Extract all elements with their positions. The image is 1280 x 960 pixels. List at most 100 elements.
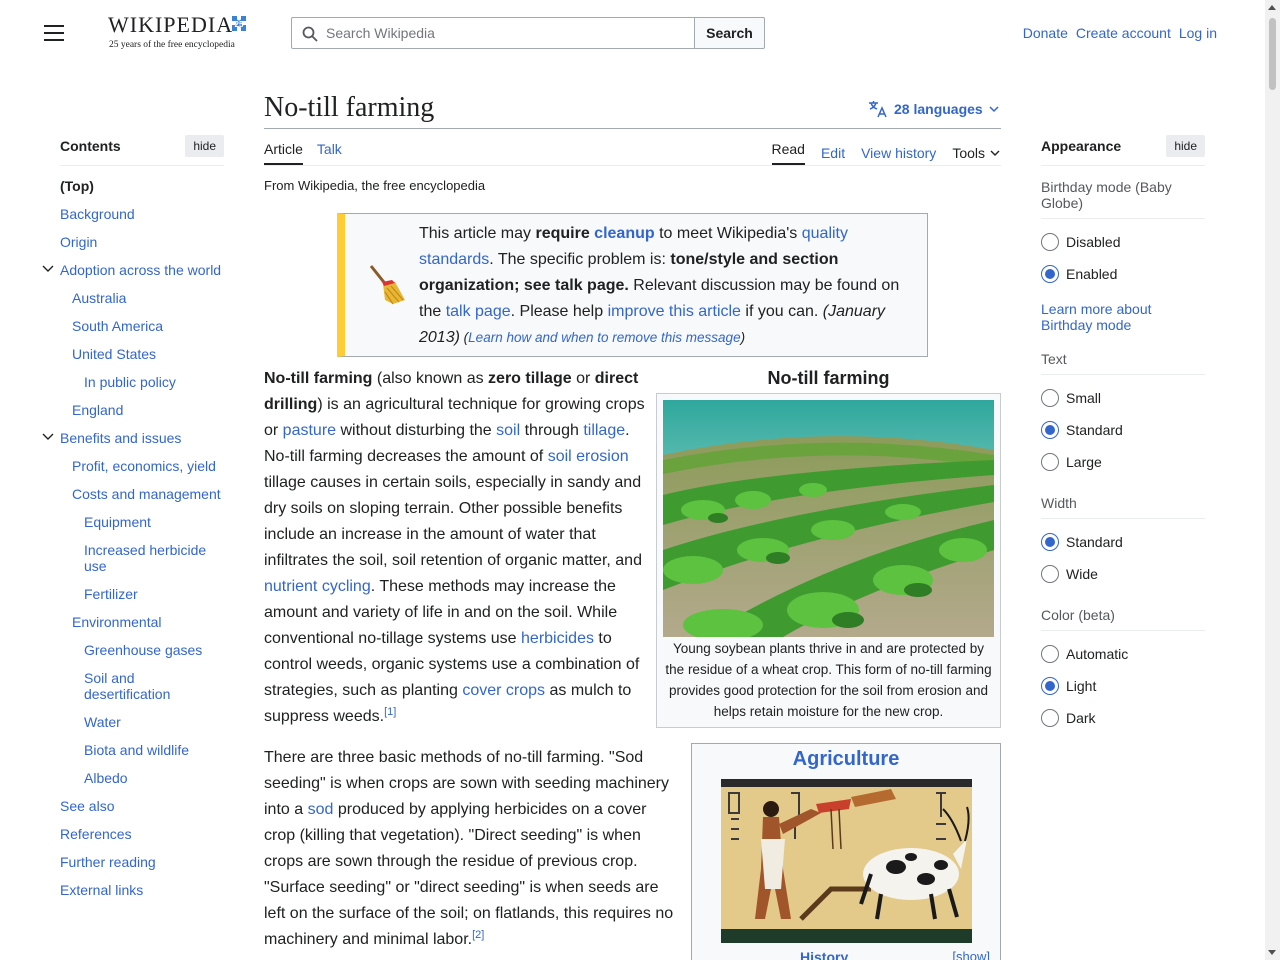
toc-link[interactable]: Soil and desertification <box>84 670 170 702</box>
agriculture-sidebar: Agriculture History [show] <box>691 743 1001 960</box>
soil-link[interactable]: soil <box>496 422 520 439</box>
toc-link[interactable]: Profit, economics, yield <box>72 458 216 474</box>
color-light-radio[interactable]: Light <box>1041 670 1205 702</box>
toc-item: Environmental <box>60 614 224 630</box>
scroll-up-arrow[interactable] <box>1268 5 1276 10</box>
toc-link[interactable]: Australia <box>72 290 126 306</box>
soybean-field-photo[interactable] <box>663 400 994 637</box>
cleanup-link[interactable]: cleanup <box>594 225 654 242</box>
toc-link[interactable]: Equipment <box>84 514 151 530</box>
width-standard-radio[interactable]: Standard <box>1041 526 1205 558</box>
notice-text-part: This article may <box>419 225 536 242</box>
toc-link[interactable]: Increased herbicide use <box>84 542 206 574</box>
translate-icon <box>869 101 887 118</box>
toc-link[interactable]: External links <box>60 882 143 898</box>
width-title: Width <box>1041 495 1205 519</box>
toc-link[interactable]: References <box>60 826 132 842</box>
birthday-enabled-radio[interactable]: Enabled <box>1041 258 1205 290</box>
pasture-link[interactable]: pasture <box>283 422 336 439</box>
language-button[interactable]: 28 languages <box>868 100 999 118</box>
appearance-header: Appearance hide <box>1041 135 1205 166</box>
appearance-title: Appearance <box>1041 138 1122 154</box>
toc-item: Fertilizer <box>60 586 224 602</box>
toc-link[interactable]: Biota and wildlife <box>84 742 189 758</box>
cleanup-notice: This article may require cleanup to meet… <box>337 213 928 357</box>
text-large-radio[interactable]: Large <box>1041 446 1205 478</box>
tabs-divider <box>264 165 1001 166</box>
tab-article[interactable]: Article <box>264 141 303 165</box>
learn-remove-message-link[interactable]: Learn how and when to remove this messag… <box>468 330 740 345</box>
learn-more-birthday-link[interactable]: Learn more about Birthday mode <box>1041 301 1205 333</box>
reference-link[interactable]: [2] <box>472 929 484 941</box>
toc-link[interactable]: Benefits and issues <box>60 430 181 446</box>
sod-link[interactable]: sod <box>308 801 334 818</box>
search-input[interactable] <box>326 19 686 47</box>
appearance-panel: Appearance hide Birthday mode (Baby Glob… <box>1041 135 1205 734</box>
chevron-down-icon[interactable] <box>41 262 55 276</box>
tillage-link[interactable]: tillage <box>583 422 625 439</box>
width-wide-radio[interactable]: Wide <box>1041 558 1205 590</box>
language-count: 28 languages <box>894 101 983 117</box>
show-toggle[interactable]: [show] <box>952 949 990 960</box>
toc-link[interactable]: Water <box>84 714 121 730</box>
color-dark-radio[interactable]: Dark <box>1041 702 1205 734</box>
main-menu-button[interactable] <box>44 25 64 41</box>
notice-text-bold: require <box>535 225 590 242</box>
radio-label: Automatic <box>1066 646 1129 662</box>
scroll-down-arrow[interactable] <box>1268 950 1276 955</box>
text-standard-radio[interactable]: Standard <box>1041 414 1205 446</box>
title-divider <box>264 128 1001 129</box>
agriculture-title-link[interactable]: Agriculture <box>692 748 1000 771</box>
wikipedia-logo[interactable]: WIKIPEDIA 25 25 years of the free encycl… <box>108 10 253 54</box>
radio-label: Light <box>1066 678 1097 694</box>
tab-talk[interactable]: Talk <box>317 141 342 165</box>
color-title: Color (beta) <box>1041 607 1205 631</box>
scrollbar-thumb[interactable] <box>1269 18 1276 90</box>
nutrient-cycling-link[interactable]: nutrient cycling <box>264 578 371 595</box>
herbicides-link[interactable]: herbicides <box>521 630 594 647</box>
appearance-hide-button[interactable]: hide <box>1166 135 1205 157</box>
toc-link[interactable]: Greenhouse gases <box>84 642 202 658</box>
text-small-radio[interactable]: Small <box>1041 382 1205 414</box>
toc-hide-button[interactable]: hide <box>185 135 224 157</box>
radio-circle-selected <box>1041 421 1059 439</box>
toc-link[interactable]: England <box>72 402 123 418</box>
egyptian-plowing-image[interactable] <box>721 779 972 943</box>
toc-item: Biota and wildlife <box>60 742 224 758</box>
improve-article-link[interactable]: improve this article <box>608 303 741 320</box>
color-automatic-radio[interactable]: Automatic <box>1041 638 1205 670</box>
create-account-link[interactable]: Create account <box>1076 25 1171 41</box>
radio-circle <box>1041 709 1059 727</box>
toc-link[interactable]: Adoption across the world <box>60 262 221 278</box>
talk-page-link[interactable]: talk page <box>446 303 511 320</box>
donate-link[interactable]: Donate <box>1023 25 1068 41</box>
toc-link[interactable]: In public policy <box>84 374 176 390</box>
toc-link[interactable]: (Top) <box>60 178 94 194</box>
tools-menu[interactable]: Tools <box>952 145 1000 161</box>
reference-link[interactable]: [1] <box>384 706 396 718</box>
toc-link[interactable]: United States <box>72 346 156 362</box>
infobox-caption: Young soybean plants thrive in and are p… <box>665 641 992 719</box>
birthday-mode-title: Birthday mode (Baby Globe) <box>1041 179 1205 219</box>
toc-link[interactable]: South America <box>72 318 163 334</box>
cover-crops-link[interactable]: cover crops <box>462 682 545 699</box>
soil-erosion-link[interactable]: soil erosion <box>548 448 629 465</box>
toc-link[interactable]: Background <box>60 206 135 222</box>
notice-text-part: ( <box>459 330 469 345</box>
toc-link[interactable]: Environmental <box>72 614 162 630</box>
toc-link[interactable]: Albedo <box>84 770 128 786</box>
chevron-down-icon[interactable] <box>41 430 55 444</box>
page-scrollbar[interactable] <box>1265 0 1280 960</box>
history-link[interactable]: History <box>800 949 848 960</box>
tab-read[interactable]: Read <box>771 141 805 165</box>
search-button[interactable]: Search <box>695 17 765 49</box>
toc-link[interactable]: See also <box>60 798 114 814</box>
toc-link[interactable]: Further reading <box>60 854 156 870</box>
toc-link[interactable]: Costs and management <box>72 486 221 502</box>
log-in-link[interactable]: Log in <box>1179 25 1217 41</box>
birthday-disabled-radio[interactable]: Disabled <box>1041 226 1205 258</box>
tab-view-history[interactable]: View history <box>861 145 936 161</box>
tab-edit[interactable]: Edit <box>821 145 845 161</box>
toc-link[interactable]: Fertilizer <box>84 586 138 602</box>
toc-link[interactable]: Origin <box>60 234 97 250</box>
